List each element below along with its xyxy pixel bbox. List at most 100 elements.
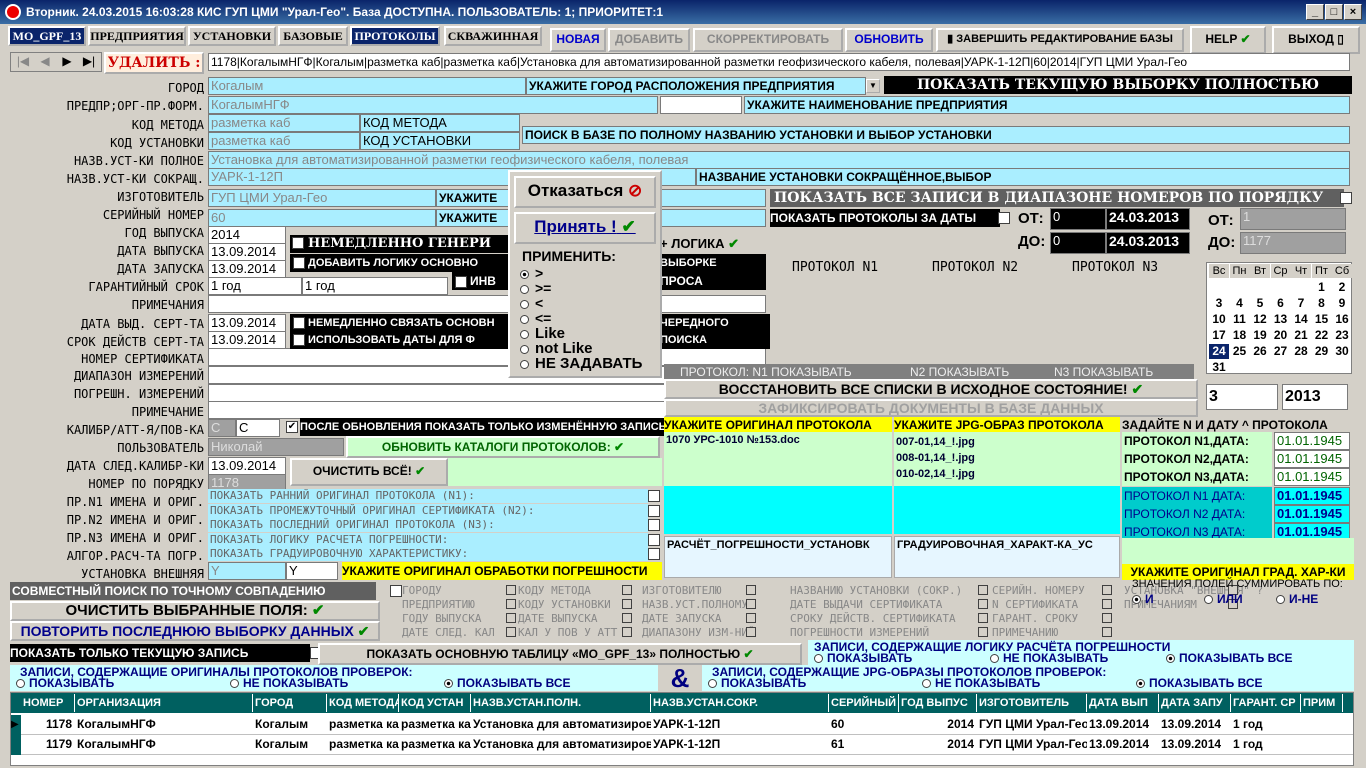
close-button[interactable]: × [1344, 4, 1362, 20]
inv-checkbox[interactable] [455, 275, 467, 288]
clear-all-button[interactable]: ОЧИСТИТЬ ВСЁ! ✔ [290, 458, 448, 486]
radio-option[interactable]: НЕ ПОКАЗЫВАТЬ [230, 676, 348, 690]
search-field-option[interactable]: ПРЕДПРИЯТИЮ [402, 598, 475, 611]
user-field[interactable]: Николай [208, 438, 344, 456]
show-doc-row[interactable]: ПОКАЗАТЬ ПРОМЕЖУТОЧНЫЙ ОРИГИНАЛ СЕРТИФИК… [208, 503, 648, 518]
next-calib-field[interactable]: 13.09.2014 [208, 457, 286, 475]
operator-option[interactable]: <= [520, 311, 551, 326]
column-header[interactable]: ГАРАНТ. СР [1231, 694, 1301, 712]
calendar-day[interactable]: 25 [1230, 344, 1250, 359]
search-field-option[interactable]: N СЕРТИФИКАТА [992, 598, 1078, 611]
radio-option[interactable]: ПОКАЗЫВАТЬ ВСЕ [444, 676, 571, 690]
tab-2[interactable]: УСТАНОВКИ [188, 26, 276, 46]
from2-field[interactable]: 1 [1240, 208, 1346, 230]
use-dates-checkbox[interactable]: ✔ [293, 334, 305, 347]
column-header[interactable]: НАЗВ.УСТАН.СОКР. [651, 694, 829, 712]
warranty-field[interactable]: 1 год [208, 277, 302, 295]
protocol-date-field-2[interactable]: 01.01.1945 [1274, 487, 1350, 505]
serial-field[interactable]: 60 [208, 209, 436, 227]
protocol-date-field[interactable]: 01.01.1945 [1274, 432, 1350, 450]
org-form-field[interactable] [660, 96, 742, 114]
calendar-day[interactable]: 3 [1209, 296, 1229, 311]
calendar-day[interactable]: 19 [1250, 328, 1270, 343]
search-field-option[interactable]: ДАТЕ ВЫПУСКА [518, 612, 597, 625]
org-field[interactable]: КогалымНГФ [208, 96, 658, 114]
minimize-button[interactable]: _ [1306, 4, 1324, 20]
operator-option[interactable]: > [520, 266, 543, 281]
column-header[interactable]: НОМЕР [21, 694, 75, 712]
orig-list[interactable]: 1070 УРС-1010 №153.doc [664, 432, 892, 486]
show-all-button[interactable]: ПОКАЗАТЬ ТЕКУЩУЮ ВЫБОРКУ ПОЛНОСТЬЮ [884, 76, 1352, 94]
next-record-icon[interactable]: ▶ [57, 54, 77, 68]
search-field-option[interactable]: КОДУ МЕТОДА [518, 584, 591, 597]
show-doc-checkbox[interactable] [648, 548, 660, 560]
search-field-checkbox[interactable] [506, 585, 516, 595]
correct-button[interactable]: СКОРРЕКТИРОВАТЬ [693, 28, 843, 52]
add-logic-checkbox[interactable] [293, 257, 305, 270]
search-field-option[interactable]: СРОКУ ДЕЙСТВ. СЕРТИФИКАТА [790, 612, 956, 625]
radio-option[interactable]: ПОКАЗЫВАТЬ ВСЕ [1166, 651, 1293, 665]
accept-button[interactable]: Принять ! ✔ [514, 212, 656, 244]
search-field-checkbox[interactable] [978, 599, 988, 609]
maker-dropdown[interactable] [658, 189, 766, 207]
search-field-checkbox[interactable] [746, 613, 756, 623]
calendar-day[interactable]: 10 [1209, 312, 1229, 327]
search-field-checkbox[interactable] [506, 613, 516, 623]
month-spinner[interactable]: 3 [1206, 384, 1278, 410]
show-doc-checkbox[interactable] [648, 533, 660, 546]
show-doc-row[interactable]: ПОКАЗАТЬ ПОСЛЕДНИЙ ОРИГИНАЛ ПРОТОКОЛА (N… [208, 518, 648, 532]
search-field-option[interactable]: НАЗВ.УСТ.ПОЛНОМУ [642, 598, 748, 611]
calendar-day[interactable]: 8 [1312, 296, 1332, 311]
gen-checkbox[interactable] [292, 237, 304, 249]
install-dropdown[interactable]: КОД УСТАНОВКИ [360, 132, 520, 150]
after-update-checkbox[interactable]: ✔ [286, 421, 298, 433]
search-field-option[interactable]: ГАРАНТ. СРОКУ [992, 612, 1078, 625]
city-hint[interactable]: УКАЖИТЕ ГОРОД РАСПОЛОЖЕНИЯ ПРЕДПРИЯТИЯ [526, 77, 866, 95]
year-field[interactable]: 2014 [208, 226, 286, 244]
notes-field[interactable] [208, 295, 766, 313]
radio-option[interactable]: ПОКАЗЫВАТЬ ВСЕ [1136, 676, 1263, 690]
calendar-day[interactable]: 14 [1291, 312, 1311, 327]
first-record-icon[interactable]: |◀ [13, 54, 33, 68]
tab-1[interactable]: ПРЕДПРИЯТИЯ [88, 26, 186, 46]
search-field-option[interactable]: КАЛ У ПОВ У АТТ [518, 626, 617, 639]
search-field-checkbox[interactable] [1102, 585, 1112, 595]
to-number[interactable]: 0 [1050, 232, 1106, 254]
add-button[interactable]: ДОБАВИТЬ [608, 28, 690, 52]
calendar-day[interactable]: 27 [1271, 344, 1291, 359]
operator-option[interactable]: НЕ ЗАДАВАТЬ [520, 356, 642, 371]
maximize-button[interactable]: □ [1325, 4, 1343, 20]
to2-field[interactable]: 1177 [1240, 232, 1346, 254]
cert-date-field[interactable]: 13.09.2014 [208, 314, 286, 332]
tab-5[interactable]: СКВАЖИННАЯ [444, 26, 542, 46]
to-date[interactable]: 24.03.2013 [1106, 232, 1190, 254]
method-field[interactable]: разметка каб [208, 114, 360, 132]
grad-doc[interactable]: ГРАДУИРОВОЧНАЯ_ХАРАКТ-КА_УС [894, 536, 1120, 578]
search-field-option[interactable]: ДИАПАЗОНУ ИЗМ-НИЙ [642, 626, 755, 639]
column-header[interactable]: ИЗГОТОВИТЕЛЬ [977, 694, 1087, 712]
calendar-day[interactable]: 15 [1312, 312, 1332, 327]
calendar-day[interactable]: 17 [1209, 328, 1229, 343]
ext-dropdown[interactable]: Y [286, 562, 338, 580]
jpg-item[interactable]: 007-01,14_!.jpg [896, 434, 1118, 450]
calendar[interactable]: Вс Пн Вт Ср Чт Пт Сб 1 2 3 4 5 6 7 8 9 10 11 12 13 14 15 16 17 1… [1206, 262, 1352, 374]
search-field-checkbox[interactable] [978, 613, 988, 623]
column-header[interactable]: СЕРИЙНЫЙ [829, 694, 899, 712]
search-field-checkbox[interactable] [978, 627, 988, 637]
search-field-checkbox[interactable] [746, 585, 756, 595]
restore-lists-button[interactable]: ВОССТАНОВИТЬ ВСЕ СПИСКИ В ИСХОДНОЕ СОСТО… [664, 379, 1198, 399]
calendar-day[interactable]: 11 [1230, 312, 1250, 327]
radio-option[interactable]: НЕ ПОКАЗЫВАТЬ [990, 651, 1108, 665]
calendar-day[interactable]: 12 [1250, 312, 1270, 327]
search-field-checkbox[interactable] [622, 613, 632, 623]
search-field-checkbox[interactable] [746, 627, 756, 637]
show-doc-checkbox[interactable] [648, 490, 660, 502]
calendar-day[interactable]: 28 [1291, 344, 1311, 359]
calib-dropdown[interactable]: C [236, 419, 280, 437]
column-header[interactable]: КОД УСТАН [399, 694, 471, 712]
calendar-day[interactable]: 31 [1209, 360, 1229, 375]
search-field-checkbox[interactable] [1102, 599, 1112, 609]
column-header[interactable]: НАЗВ.УСТАН.ПОЛН. [471, 694, 651, 712]
calendar-day[interactable]: 16 [1332, 312, 1352, 327]
table-row[interactable]: 1179 КогалымНГФ Когалым разметка ка разметка… [11, 735, 1353, 755]
